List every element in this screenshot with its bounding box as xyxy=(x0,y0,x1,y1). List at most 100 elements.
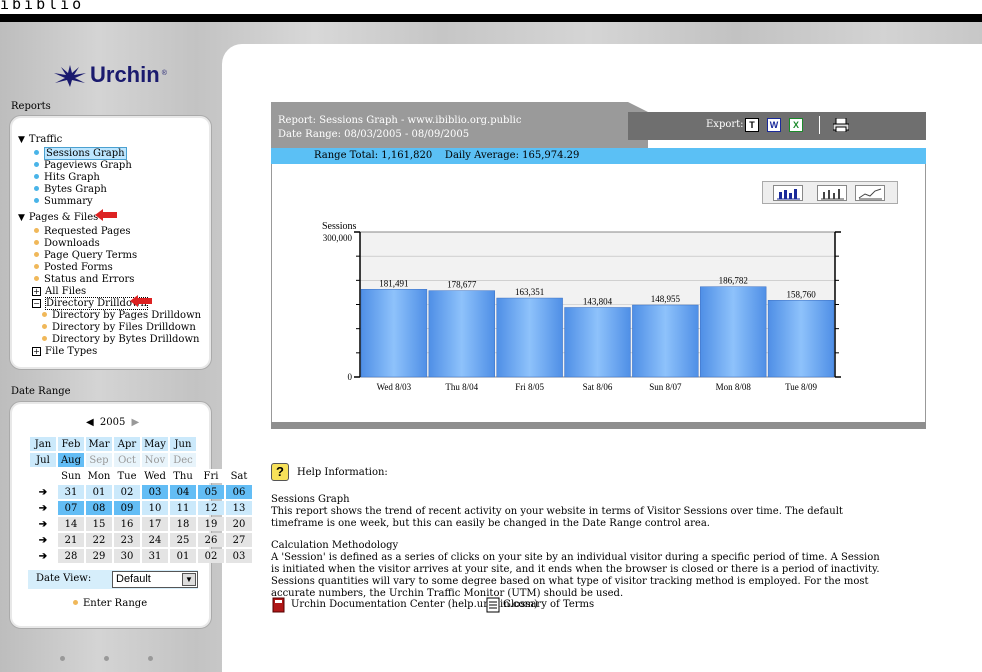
day-cell[interactable]: 06 xyxy=(226,485,252,499)
tree-item-hits-graph[interactable]: Hits Graph xyxy=(34,172,100,184)
day-cell[interactable]: 01 xyxy=(86,485,112,499)
date-view-select[interactable]: Default ▼ xyxy=(112,571,198,588)
month-cell-aug[interactable]: Aug xyxy=(58,453,84,467)
tree-item-posted-forms[interactable]: Posted Forms xyxy=(34,262,113,274)
day-cell[interactable]: 29 xyxy=(86,549,112,563)
day-cell[interactable]: 08 xyxy=(86,501,112,515)
urchin-star-icon xyxy=(54,65,86,87)
chart-footer-bar xyxy=(271,422,926,429)
expanded-triangle-icon: ▼ xyxy=(18,135,25,145)
select-week-arrow-icon[interactable]: ➔ xyxy=(30,517,56,531)
header-divider xyxy=(0,14,982,22)
day-cell[interactable]: 23 xyxy=(114,533,140,547)
day-cell[interactable]: 02 xyxy=(198,549,224,563)
day-cell[interactable]: 16 xyxy=(114,517,140,531)
day-cell[interactable]: 04 xyxy=(170,485,196,499)
day-cell[interactable]: 28 xyxy=(58,549,84,563)
day-cell[interactable]: 12 xyxy=(198,501,224,515)
day-cell[interactable]: 10 xyxy=(142,501,168,515)
month-cell-may[interactable]: May xyxy=(142,437,168,451)
day-cell[interactable]: 07 xyxy=(58,501,84,515)
bullet-icon xyxy=(34,264,39,269)
month-cell-dec[interactable]: Dec xyxy=(170,453,196,467)
tree-item-requested-pages[interactable]: Requested Pages xyxy=(34,226,131,238)
day-cell[interactable]: 22 xyxy=(86,533,112,547)
select-week-arrow-icon[interactable]: ➔ xyxy=(30,533,56,547)
select-week-arrow-icon[interactable]: ➔ xyxy=(30,501,56,515)
day-cell[interactable]: 21 xyxy=(58,533,84,547)
x-tick-label: Fri 8/05 xyxy=(515,382,544,392)
day-cell[interactable]: 13 xyxy=(226,501,252,515)
tree-group-traffic[interactable]: ▼ Traffic xyxy=(18,134,62,146)
day-cell[interactable]: 19 xyxy=(198,517,224,531)
expand-plus-icon: + xyxy=(32,287,41,296)
month-cell-mar[interactable]: Mar xyxy=(86,437,112,451)
day-cell[interactable]: 25 xyxy=(170,533,196,547)
urchin-logo[interactable]: Urchin ® xyxy=(52,62,167,88)
chevron-down-icon[interactable]: ▼ xyxy=(182,573,196,586)
documentation-center-link[interactable]: Urchin Documentation Center (help.urchin… xyxy=(291,599,538,610)
day-cell[interactable]: 14 xyxy=(58,517,84,531)
day-cell[interactable]: 31 xyxy=(58,485,84,499)
day-cell[interactable]: 18 xyxy=(170,517,196,531)
day-cell[interactable]: 03 xyxy=(142,485,168,499)
bullet-icon xyxy=(34,228,39,233)
month-cell-apr[interactable]: Apr xyxy=(114,437,140,451)
day-cell[interactable]: 20 xyxy=(226,517,252,531)
month-cell-sep[interactable]: Sep xyxy=(86,453,112,467)
glossary-link[interactable]: Glossary of Terms xyxy=(503,599,594,610)
day-cell[interactable]: 02 xyxy=(114,485,140,499)
tree-item-dir-pages[interactable]: Directory by Pages Drilldown xyxy=(42,310,201,322)
top-bar: ibiblio xyxy=(0,0,982,14)
day-cell[interactable]: 03 xyxy=(226,549,252,563)
tree-item-pageviews-graph[interactable]: Pageviews Graph xyxy=(34,160,132,172)
bar-chart-outline-icon xyxy=(821,189,844,200)
weekday-corner xyxy=(30,469,56,483)
tree-item-dir-bytes[interactable]: Directory by Bytes Drilldown xyxy=(42,334,199,346)
tree-item-page-query-terms[interactable]: Page Query Terms xyxy=(34,250,137,262)
export-text-button[interactable]: T xyxy=(745,118,759,132)
tree-item-summary[interactable]: Summary xyxy=(34,196,93,208)
tree-item-status-errors[interactable]: Status and Errors xyxy=(34,274,134,286)
print-icon[interactable] xyxy=(833,118,849,132)
decorative-dot xyxy=(148,654,158,665)
day-cell[interactable]: 09 xyxy=(114,501,140,515)
day-cell[interactable]: 11 xyxy=(170,501,196,515)
bar-tue-8-09 xyxy=(767,300,835,378)
bar-chart-alt-button[interactable] xyxy=(817,185,847,201)
prev-year-icon[interactable]: ◀ xyxy=(86,417,94,428)
month-cell-jul[interactable]: Jul xyxy=(30,453,56,467)
day-cell[interactable]: 17 xyxy=(142,517,168,531)
day-cell[interactable]: 27 xyxy=(226,533,252,547)
day-cell[interactable]: 05 xyxy=(198,485,224,499)
next-year-icon[interactable]: ▶ xyxy=(132,417,140,428)
day-cell[interactable]: 01 xyxy=(170,549,196,563)
select-week-arrow-icon[interactable]: ➔ xyxy=(30,485,56,499)
tree-item-downloads[interactable]: Downloads xyxy=(34,238,100,250)
site-name: ibiblio xyxy=(0,0,85,13)
export-excel-button[interactable]: X xyxy=(789,118,803,132)
month-cell-nov[interactable]: Nov xyxy=(142,453,168,467)
tree-item-bytes-graph[interactable]: Bytes Graph xyxy=(34,184,107,196)
enter-range-link[interactable]: Enter Range xyxy=(73,598,147,609)
collapse-minus-icon: − xyxy=(32,299,41,308)
line-chart-button[interactable] xyxy=(855,185,885,201)
select-week-arrow-icon[interactable]: ➔ xyxy=(30,549,56,563)
day-cell[interactable]: 15 xyxy=(86,517,112,531)
month-cell-jan[interactable]: Jan xyxy=(30,437,56,451)
day-cell[interactable]: 31 xyxy=(142,549,168,563)
day-cell[interactable]: 30 xyxy=(114,549,140,563)
month-cell-feb[interactable]: Feb xyxy=(58,437,84,451)
tree-item-file-types[interactable]: + File Types xyxy=(32,346,97,358)
tree-item-sessions-graph[interactable]: Sessions Graph xyxy=(34,147,127,160)
month-cell-oct[interactable]: Oct xyxy=(114,453,140,467)
range-total-band: Range Total: 1,161,820 Daily Average: 16… xyxy=(271,148,926,164)
tree-group-pages-files[interactable]: ▼ Pages & Files xyxy=(18,212,98,224)
bar-chart-button[interactable] xyxy=(773,185,803,201)
tree-item-dir-files[interactable]: Directory by Files Drilldown xyxy=(42,322,196,334)
export-word-button[interactable]: W xyxy=(767,118,781,132)
day-cell[interactable]: 24 xyxy=(142,533,168,547)
day-cell[interactable]: 26 xyxy=(198,533,224,547)
line-chart-icon xyxy=(858,188,882,200)
month-cell-jun[interactable]: Jun xyxy=(170,437,196,451)
